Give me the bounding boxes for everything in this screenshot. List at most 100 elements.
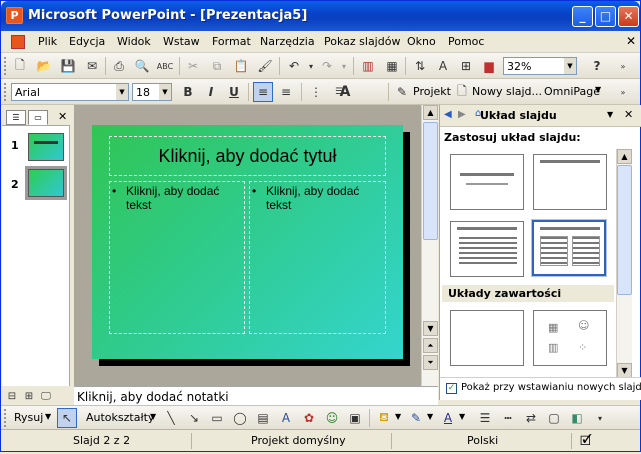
slide-show-icon[interactable]: 🖵 xyxy=(38,386,54,406)
show-formatting-icon[interactable]: A xyxy=(433,56,453,76)
color-grayscale-icon[interactable]: ▆ xyxy=(479,56,499,76)
insert-chart-icon[interactable]: ▥ xyxy=(358,56,378,76)
shadow-style-icon[interactable]: ▢ xyxy=(544,408,564,428)
new-slide-button[interactable]: Nowy slajd... xyxy=(472,85,542,98)
layout-title-only[interactable] xyxy=(533,154,607,210)
zoom-dropdown-icon[interactable]: ▼ xyxy=(564,58,576,74)
task-pane-menu-icon[interactable]: ▼ xyxy=(607,110,613,119)
previous-slide-icon[interactable]: ⏶ xyxy=(423,338,438,353)
redo-dropdown-icon[interactable]: ▾ xyxy=(334,56,354,76)
font-color-dropdown-icon[interactable]: ▼ xyxy=(459,412,465,421)
italic-button[interactable]: I xyxy=(201,82,221,102)
line-color-icon[interactable]: ✎ xyxy=(406,408,426,428)
scroll-down-icon[interactable]: ▼ xyxy=(423,321,438,336)
outline-tab[interactable]: ☰ xyxy=(6,110,26,125)
text-box-icon[interactable]: ▤ xyxy=(253,408,273,428)
help-icon[interactable]: ? xyxy=(587,56,607,76)
print-icon[interactable]: ⎙ xyxy=(109,56,129,76)
menu-widok[interactable]: Widok xyxy=(117,35,151,48)
notes-pane[interactable]: Kliknij, aby dodać notatki xyxy=(74,386,438,406)
3d-style-icon[interactable]: ◧ xyxy=(567,408,587,428)
back-icon[interactable]: ◀ xyxy=(444,109,452,120)
select-objects-icon[interactable]: ↖ xyxy=(57,408,77,428)
toolbar-options-icon[interactable]: » xyxy=(613,56,633,76)
spelling-status-icon[interactable]: 🗹 xyxy=(580,432,592,454)
toolbar-options-icon[interactable]: ▾ xyxy=(590,408,610,428)
task-pane-scroll-up-icon[interactable]: ▲ xyxy=(617,149,632,164)
copy-icon[interactable]: ⧉ xyxy=(207,56,227,76)
menu-format[interactable]: Format xyxy=(212,35,251,48)
powerpoint-app-icon[interactable]: P xyxy=(6,7,23,24)
menu-plik[interactable]: Plik xyxy=(38,35,57,48)
toolbar-grip[interactable] xyxy=(4,409,7,427)
new-icon[interactable]: 🗋 xyxy=(10,56,30,76)
oval-icon[interactable]: ◯ xyxy=(230,408,250,428)
close-button[interactable]: ✕ xyxy=(618,6,639,27)
paste-icon[interactable]: 📋 xyxy=(231,56,251,76)
open-icon[interactable]: 📂 xyxy=(34,56,54,76)
line-icon[interactable]: ╲ xyxy=(161,408,181,428)
menu-pomoc[interactable]: Pomoc xyxy=(448,35,484,48)
design-icon[interactable]: ✎ xyxy=(392,82,412,102)
show-grid-icon[interactable]: ⊞ xyxy=(456,56,476,76)
close-document-icon[interactable]: ✕ xyxy=(626,34,636,48)
numbering-icon[interactable]: ⋮ xyxy=(306,82,326,102)
fill-dropdown-icon[interactable]: ▼ xyxy=(395,412,401,421)
omnipage-dropdown-icon[interactable]: ▼ xyxy=(595,85,601,94)
draw-dropdown-icon[interactable]: ▼ xyxy=(45,412,51,421)
align-center-icon[interactable]: ≡ xyxy=(276,82,296,102)
layout-blank[interactable] xyxy=(450,310,524,366)
slide-thumbnail-2[interactable] xyxy=(25,166,67,200)
layout-title-slide[interactable] xyxy=(450,154,524,210)
arrow-icon[interactable]: ↘ xyxy=(184,408,204,428)
zoom-field[interactable]: 32% ▼ xyxy=(503,57,577,75)
insert-table-icon[interactable]: ▦ xyxy=(382,56,402,76)
font-size-dropdown-icon[interactable]: ▼ xyxy=(159,84,171,100)
toolbar-grip[interactable] xyxy=(4,83,7,101)
align-left-icon[interactable]: ≡ xyxy=(253,82,273,102)
maximize-button[interactable]: □ xyxy=(595,6,616,27)
right-content-placeholder[interactable]: • Kliknij, aby dodać tekst xyxy=(249,181,386,334)
minimize-button[interactable]: _ xyxy=(572,6,593,27)
slide-canvas[interactable]: Kliknij, aby dodać tytuł • Kliknij, aby … xyxy=(92,125,403,359)
layout-title-two-columns[interactable] xyxy=(531,219,607,277)
left-content-placeholder[interactable]: • Kliknij, aby dodać tekst xyxy=(109,181,245,334)
diagram-icon[interactable]: ✿ xyxy=(299,408,319,428)
vertical-scrollbar[interactable]: ▲ ▼ ⏶ ⏷ xyxy=(421,105,438,386)
increase-font-icon[interactable]: A xyxy=(335,82,355,102)
layout-title-text[interactable] xyxy=(450,221,524,277)
clipart-icon[interactable]: ☺ xyxy=(322,408,342,428)
underline-button[interactable]: U xyxy=(224,82,244,102)
font-dropdown-icon[interactable]: ▼ xyxy=(116,84,128,100)
autoshapes-menu-button[interactable]: Autokształty xyxy=(86,411,154,424)
font-name-field[interactable]: Arial ▼ xyxy=(11,83,129,101)
arrow-style-icon[interactable]: ⇄ xyxy=(521,408,541,428)
line-style-icon[interactable]: ☰ xyxy=(475,408,495,428)
task-pane-scroll-thumb[interactable] xyxy=(617,165,632,295)
autoshapes-dropdown-icon[interactable]: ▼ xyxy=(150,412,156,421)
slide-thumbnail-1[interactable] xyxy=(28,133,64,161)
print-preview-icon[interactable]: 🔍 xyxy=(132,56,152,76)
menu-edycja[interactable]: Edycja xyxy=(69,35,105,48)
rectangle-icon[interactable]: ▭ xyxy=(207,408,227,428)
toolbar-grip[interactable] xyxy=(4,57,7,75)
expand-all-icon[interactable]: ⇅ xyxy=(410,56,430,76)
omnipage-button[interactable]: OmniPage xyxy=(544,85,600,98)
menu-okno[interactable]: Okno xyxy=(407,35,436,48)
picture-icon[interactable]: ▣ xyxy=(345,408,365,428)
draw-menu-button[interactable]: Rysuj xyxy=(14,411,43,424)
permission-icon[interactable]: ✉ xyxy=(82,56,102,76)
document-icon[interactable] xyxy=(11,35,25,49)
next-slide-icon[interactable]: ⏷ xyxy=(423,355,438,370)
cut-icon[interactable]: ✂ xyxy=(183,56,203,76)
save-icon[interactable]: 💾 xyxy=(58,56,78,76)
design-button[interactable]: Projekt xyxy=(413,85,451,98)
font-size-field[interactable]: 18 ▼ xyxy=(132,83,172,101)
task-pane-close-icon[interactable]: ✕ xyxy=(624,108,633,121)
bold-button[interactable]: B xyxy=(178,82,198,102)
forward-icon[interactable]: ▶ xyxy=(458,109,466,120)
dash-style-icon[interactable]: ┅ xyxy=(498,408,518,428)
layout-content[interactable]: ▦ ☺ ▥ ⁘ xyxy=(533,310,607,366)
menu-pokaz-slajdow[interactable]: Pokaz slajdów xyxy=(324,35,400,48)
scroll-up-icon[interactable]: ▲ xyxy=(423,105,438,120)
